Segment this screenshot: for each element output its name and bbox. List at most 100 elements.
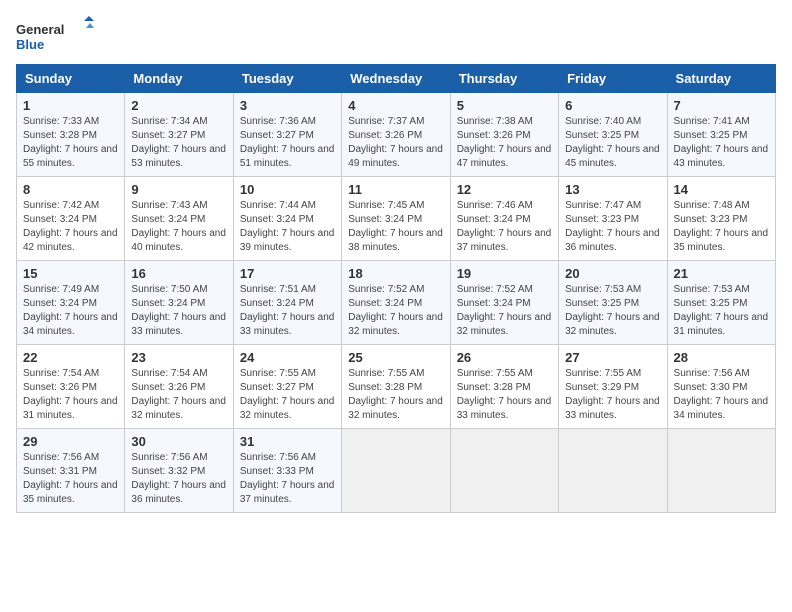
day-number: 23 bbox=[131, 350, 226, 365]
calendar-cell: 17Sunrise: 7:51 AMSunset: 3:24 PMDayligh… bbox=[233, 261, 341, 345]
day-number: 25 bbox=[348, 350, 443, 365]
calendar-cell: 8 Sunrise: 7:42 AMSunset: 3:24 PMDaylight… bbox=[17, 177, 125, 261]
day-number: 19 bbox=[457, 266, 552, 281]
day-number: 27 bbox=[565, 350, 660, 365]
day-number: 4 bbox=[348, 98, 443, 113]
calendar-cell: 16 Sunrise: 7:50 AMSunset: 3:24 PMDayligh… bbox=[125, 261, 233, 345]
header: General Blue bbox=[16, 16, 776, 56]
weekday-header-thursday: Thursday bbox=[450, 65, 558, 93]
day-number: 29 bbox=[23, 434, 118, 449]
weekday-header-friday: Friday bbox=[559, 65, 667, 93]
day-info: Sunrise: 7:46 AMSunset: 3:24 PMDaylight:… bbox=[457, 199, 552, 255]
day-info: Sunrise: 7:56 AMSunset: 3:31 PMDaylight:… bbox=[23, 451, 118, 507]
day-number: 1 bbox=[23, 98, 118, 113]
calendar-cell: 12 Sunrise: 7:46 AMSunset: 3:24 PMDayligh… bbox=[450, 177, 558, 261]
logo: General Blue bbox=[16, 16, 96, 56]
calendar-cell: 19 Sunrise: 7:52 AMSunset: 3:24 PMDayligh… bbox=[450, 261, 558, 345]
day-info: Sunrise: 7:56 AMSunset: 3:30 PMDaylight:… bbox=[674, 367, 769, 423]
calendar-cell bbox=[450, 429, 558, 513]
calendar-cell bbox=[559, 429, 667, 513]
calendar-week-4: 22 Sunrise: 7:54 AMSunset: 3:26 PMDayligh… bbox=[17, 345, 776, 429]
calendar-cell: 9 Sunrise: 7:43 AMSunset: 3:24 PMDaylight… bbox=[125, 177, 233, 261]
calendar-week-1: 1 Sunrise: 7:33 AMSunset: 3:28 PMDaylight… bbox=[17, 93, 776, 177]
calendar-cell: 4Sunrise: 7:37 AMSunset: 3:26 PMDaylight… bbox=[342, 93, 450, 177]
day-info: Sunrise: 7:55 AMSunset: 3:28 PMDaylight:… bbox=[457, 367, 552, 423]
calendar-cell: 15 Sunrise: 7:49 AMSunset: 3:24 PMDayligh… bbox=[17, 261, 125, 345]
day-number: 28 bbox=[674, 350, 769, 365]
weekday-header-wednesday: Wednesday bbox=[342, 65, 450, 93]
day-number: 22 bbox=[23, 350, 118, 365]
calendar-cell: 31 Sunrise: 7:56 AMSunset: 3:33 PMDayligh… bbox=[233, 429, 341, 513]
weekday-header-sunday: Sunday bbox=[17, 65, 125, 93]
day-info: Sunrise: 7:50 AMSunset: 3:24 PMDaylight:… bbox=[131, 283, 226, 339]
day-number: 6 bbox=[565, 98, 660, 113]
day-info: Sunrise: 7:53 AMSunset: 3:25 PMDaylight:… bbox=[565, 283, 660, 339]
day-number: 18 bbox=[348, 266, 443, 281]
calendar-cell: 11Sunrise: 7:45 AMSunset: 3:24 PMDayligh… bbox=[342, 177, 450, 261]
svg-text:Blue: Blue bbox=[16, 37, 44, 52]
calendar-week-5: 29 Sunrise: 7:56 AMSunset: 3:31 PMDayligh… bbox=[17, 429, 776, 513]
calendar-cell: 1 Sunrise: 7:33 AMSunset: 3:28 PMDaylight… bbox=[17, 93, 125, 177]
day-number: 7 bbox=[674, 98, 769, 113]
svg-text:General: General bbox=[16, 22, 64, 37]
calendar-cell: 30 Sunrise: 7:56 AMSunset: 3:32 PMDayligh… bbox=[125, 429, 233, 513]
day-info: Sunrise: 7:36 AMSunset: 3:27 PMDaylight:… bbox=[240, 115, 335, 171]
day-info: Sunrise: 7:55 AMSunset: 3:29 PMDaylight:… bbox=[565, 367, 660, 423]
calendar-cell: 25Sunrise: 7:55 AMSunset: 3:28 PMDayligh… bbox=[342, 345, 450, 429]
day-number: 24 bbox=[240, 350, 335, 365]
calendar-cell: 27 Sunrise: 7:55 AMSunset: 3:29 PMDayligh… bbox=[559, 345, 667, 429]
weekday-header-monday: Monday bbox=[125, 65, 233, 93]
day-number: 2 bbox=[131, 98, 226, 113]
day-number: 13 bbox=[565, 182, 660, 197]
day-info: Sunrise: 7:42 AMSunset: 3:24 PMDaylight:… bbox=[23, 199, 118, 255]
day-info: Sunrise: 7:56 AMSunset: 3:33 PMDaylight:… bbox=[240, 451, 335, 507]
calendar-cell: 3 Sunrise: 7:36 AMSunset: 3:27 PMDaylight… bbox=[233, 93, 341, 177]
day-number: 14 bbox=[674, 182, 769, 197]
day-number: 10 bbox=[240, 182, 335, 197]
day-info: Sunrise: 7:52 AMSunset: 3:24 PMDaylight:… bbox=[457, 283, 552, 339]
calendar-cell: 14 Sunrise: 7:48 AMSunset: 3:23 PMDayligh… bbox=[667, 177, 775, 261]
calendar-cell: 13 Sunrise: 7:47 AMSunset: 3:23 PMDayligh… bbox=[559, 177, 667, 261]
day-info: Sunrise: 7:53 AMSunset: 3:25 PMDaylight:… bbox=[674, 283, 769, 339]
day-info: Sunrise: 7:43 AMSunset: 3:24 PMDaylight:… bbox=[131, 199, 226, 255]
day-info: Sunrise: 7:44 AMSunset: 3:24 PMDaylight:… bbox=[240, 199, 335, 255]
weekday-header-saturday: Saturday bbox=[667, 65, 775, 93]
day-number: 12 bbox=[457, 182, 552, 197]
calendar-cell bbox=[667, 429, 775, 513]
day-number: 15 bbox=[23, 266, 118, 281]
day-number: 3 bbox=[240, 98, 335, 113]
day-number: 8 bbox=[23, 182, 118, 197]
day-number: 9 bbox=[131, 182, 226, 197]
calendar-cell: 5 Sunrise: 7:38 AMSunset: 3:26 PMDaylight… bbox=[450, 93, 558, 177]
day-info: Sunrise: 7:47 AMSunset: 3:23 PMDaylight:… bbox=[565, 199, 660, 255]
day-number: 20 bbox=[565, 266, 660, 281]
day-number: 30 bbox=[131, 434, 226, 449]
day-info: Sunrise: 7:40 AMSunset: 3:25 PMDaylight:… bbox=[565, 115, 660, 171]
calendar-week-2: 8 Sunrise: 7:42 AMSunset: 3:24 PMDaylight… bbox=[17, 177, 776, 261]
day-info: Sunrise: 7:34 AMSunset: 3:27 PMDaylight:… bbox=[131, 115, 226, 171]
day-number: 31 bbox=[240, 434, 335, 449]
calendar-table: SundayMondayTuesdayWednesdayThursdayFrid… bbox=[16, 64, 776, 513]
calendar-cell: 7 Sunrise: 7:41 AMSunset: 3:25 PMDaylight… bbox=[667, 93, 775, 177]
weekday-header-tuesday: Tuesday bbox=[233, 65, 341, 93]
calendar-cell: 20 Sunrise: 7:53 AMSunset: 3:25 PMDayligh… bbox=[559, 261, 667, 345]
day-info: Sunrise: 7:49 AMSunset: 3:24 PMDaylight:… bbox=[23, 283, 118, 339]
day-info: Sunrise: 7:38 AMSunset: 3:26 PMDaylight:… bbox=[457, 115, 552, 171]
calendar-cell: 29 Sunrise: 7:56 AMSunset: 3:31 PMDayligh… bbox=[17, 429, 125, 513]
weekday-header-row: SundayMondayTuesdayWednesdayThursdayFrid… bbox=[17, 65, 776, 93]
day-number: 16 bbox=[131, 266, 226, 281]
day-info: Sunrise: 7:54 AMSunset: 3:26 PMDaylight:… bbox=[23, 367, 118, 423]
day-info: Sunrise: 7:33 AMSunset: 3:28 PMDaylight:… bbox=[23, 115, 118, 171]
calendar-cell bbox=[342, 429, 450, 513]
calendar-cell: 18Sunrise: 7:52 AMSunset: 3:24 PMDayligh… bbox=[342, 261, 450, 345]
day-info: Sunrise: 7:41 AMSunset: 3:25 PMDaylight:… bbox=[674, 115, 769, 171]
calendar-cell: 23Sunrise: 7:54 AMSunset: 3:26 PMDayligh… bbox=[125, 345, 233, 429]
day-number: 21 bbox=[674, 266, 769, 281]
day-info: Sunrise: 7:45 AMSunset: 3:24 PMDaylight:… bbox=[348, 199, 443, 255]
day-number: 5 bbox=[457, 98, 552, 113]
calendar-cell: 24Sunrise: 7:55 AMSunset: 3:27 PMDayligh… bbox=[233, 345, 341, 429]
day-info: Sunrise: 7:56 AMSunset: 3:32 PMDaylight:… bbox=[131, 451, 226, 507]
day-info: Sunrise: 7:48 AMSunset: 3:23 PMDaylight:… bbox=[674, 199, 769, 255]
calendar-cell: 2 Sunrise: 7:34 AMSunset: 3:27 PMDaylight… bbox=[125, 93, 233, 177]
calendar-cell: 21 Sunrise: 7:53 AMSunset: 3:25 PMDayligh… bbox=[667, 261, 775, 345]
